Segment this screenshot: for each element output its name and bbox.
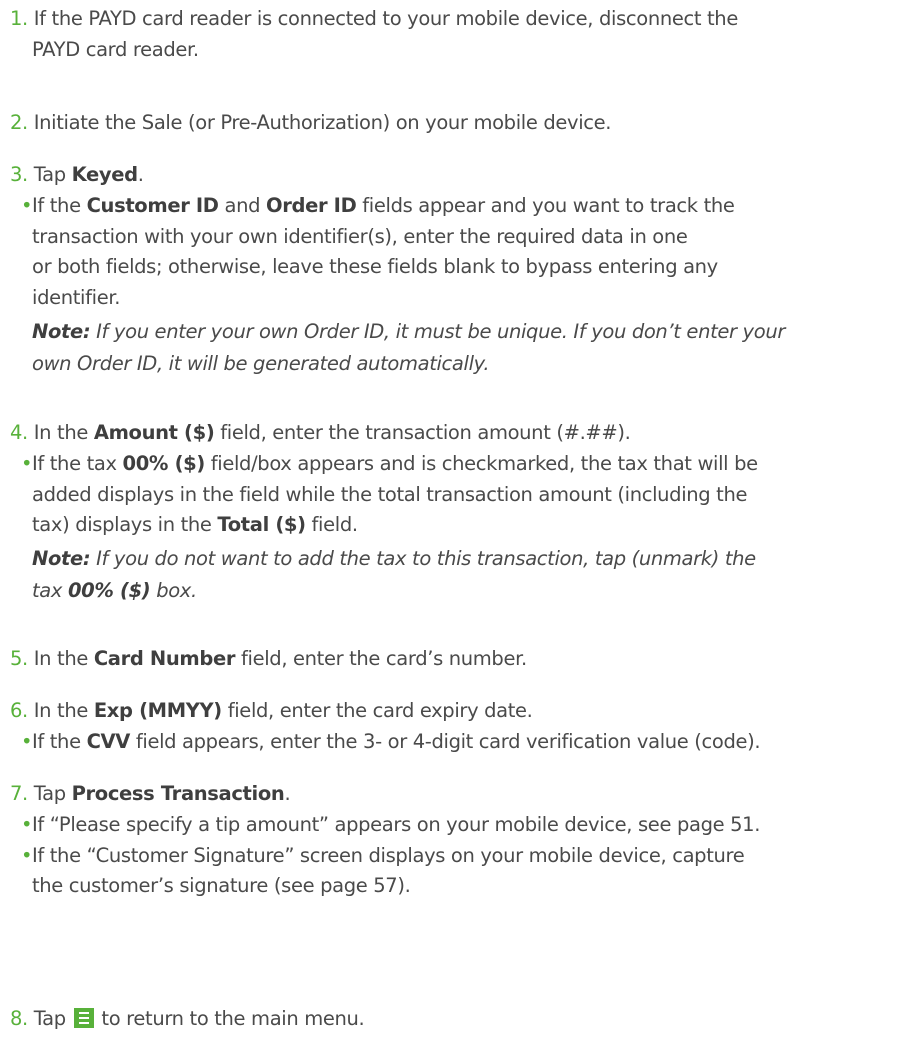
card-number-label: Card Number — [93, 647, 236, 670]
amount-label: Amount ($) — [93, 421, 215, 444]
process-transaction-label: Process Transaction — [71, 782, 285, 805]
step-4-note: Note: If you do not want to add the tax … — [32, 547, 756, 602]
note-label: Note: — [32, 320, 91, 343]
expiry-label: Exp (MMYY) — [93, 699, 222, 722]
step-3-note: Note: If you enter your own Order ID, it… — [32, 320, 785, 375]
step-number: 8. — [10, 1007, 28, 1030]
step-number: 4. — [10, 421, 28, 444]
bullet-icon: • — [21, 452, 33, 475]
step-4-bullet: •If the tax 00% ($) field/box appears an… — [21, 449, 758, 541]
bullet-icon: • — [21, 194, 33, 217]
step-5: 5. In the Card Number field, enter the c… — [10, 647, 527, 670]
step-text-continued: PAYD card reader. — [32, 37, 199, 61]
step-number: 5. — [10, 647, 28, 670]
menu-icon — [73, 1008, 94, 1028]
step-number: 1. — [10, 7, 28, 30]
step-number: 6. — [10, 699, 28, 722]
step-number: 2. — [10, 111, 28, 134]
step-text: Initiate the Sale (or Pre-Authorization)… — [33, 111, 612, 134]
step-number: 7. — [10, 782, 28, 805]
step-8: 8. Tap to return to the main menu. — [10, 1007, 365, 1030]
step-2: 2. Initiate the Sale (or Pre-Authorizati… — [10, 108, 923, 139]
step-6: 6. In the Exp (MMYY) field, enter the ca… — [10, 699, 533, 722]
step-1: 1. If the PAYD card reader is connected … — [10, 4, 923, 65]
bullet-icon: • — [21, 813, 33, 836]
step-3-bullet: •If the Customer ID and Order ID fields … — [21, 191, 735, 313]
bullet-icon: • — [21, 730, 33, 753]
step-4: 4. In the Amount ($) field, enter the tr… — [10, 421, 631, 444]
step-7-bullets: •If “Please specify a tip amount” appear… — [21, 810, 760, 902]
step-7: 7. Tap Process Transaction. — [10, 782, 291, 805]
step-3: 3. Tap Keyed. — [10, 163, 144, 186]
step-number: 3. — [10, 163, 28, 186]
step-text: If the PAYD card reader is connected to … — [33, 7, 739, 30]
step-6-bullet: •If the CVV field appears, enter the 3- … — [21, 727, 761, 758]
keyed-label: Keyed — [71, 163, 138, 186]
note-label: Note: — [32, 547, 91, 570]
bullet-icon: • — [21, 843, 33, 867]
